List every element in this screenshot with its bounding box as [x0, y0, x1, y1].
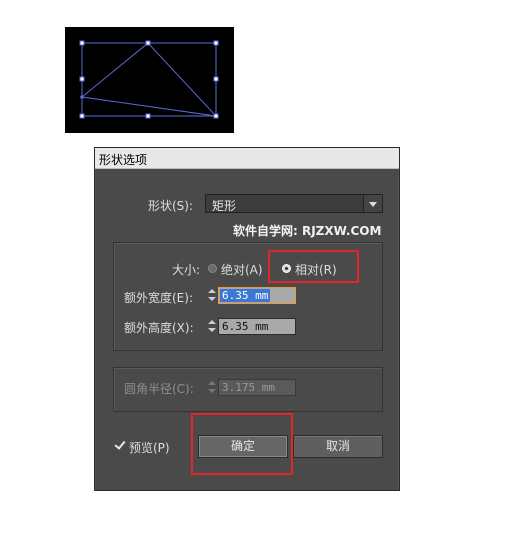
dialog-titlebar[interactable]: 形状选项	[95, 148, 399, 169]
preview-label[interactable]: 预览(P)	[129, 439, 170, 456]
extra-height-input[interactable]: 6.35 mm	[218, 318, 296, 335]
shape-select-value: 矩形	[212, 199, 237, 213]
handle-bottom-left[interactable]	[79, 113, 85, 119]
corner-radius-stepper[interactable]	[207, 379, 217, 396]
triangle-path	[80, 42, 218, 117]
extra-width-input[interactable]: 6.35 mm	[218, 287, 296, 304]
shape-select[interactable]: 矩形	[205, 194, 383, 213]
chevron-down-icon[interactable]	[363, 195, 382, 212]
handle-top-left[interactable]	[79, 40, 85, 46]
radio-absolute-label[interactable]: 绝对(A)	[221, 261, 263, 278]
anchor-point[interactable]	[80, 95, 84, 99]
corner-radius-value: 3.175 mm	[222, 381, 275, 394]
highlight-relative-option	[268, 250, 359, 283]
handle-top-middle[interactable]	[145, 40, 151, 46]
corner-radius-label: 圆角半径(C):	[124, 382, 194, 396]
extra-height-stepper[interactable]	[207, 318, 217, 335]
handle-bottom-right[interactable]	[213, 113, 219, 119]
handle-bottom-middle[interactable]	[145, 113, 151, 119]
extra-width-value: 6.35 mm	[220, 289, 271, 302]
extra-width-stepper[interactable]	[207, 287, 217, 304]
radio-absolute[interactable]	[208, 264, 217, 273]
bounding-box	[81, 42, 217, 117]
extra-width-label: 额外宽度(E):	[124, 291, 193, 305]
cancel-button[interactable]: 取消	[293, 435, 383, 458]
dialog-title: 形状选项	[99, 153, 148, 167]
artboard-preview	[65, 27, 234, 133]
handle-middle-left[interactable]	[79, 76, 85, 82]
extra-height-value: 6.35 mm	[222, 320, 269, 333]
watermark-text: 软件自学网: RJZXW.COM	[233, 224, 382, 238]
corner-radius-input[interactable]: 3.175 mm	[218, 379, 296, 396]
size-label: 大小:	[172, 263, 201, 277]
handle-middle-right[interactable]	[213, 76, 219, 82]
preview-checkbox[interactable]	[115, 439, 125, 449]
shape-label: 形状(S):	[148, 199, 194, 213]
selected-path-graphic	[79, 40, 219, 119]
extra-height-label: 额外高度(X):	[124, 321, 194, 335]
highlight-ok-button	[191, 413, 293, 475]
handle-top-right[interactable]	[213, 40, 219, 46]
